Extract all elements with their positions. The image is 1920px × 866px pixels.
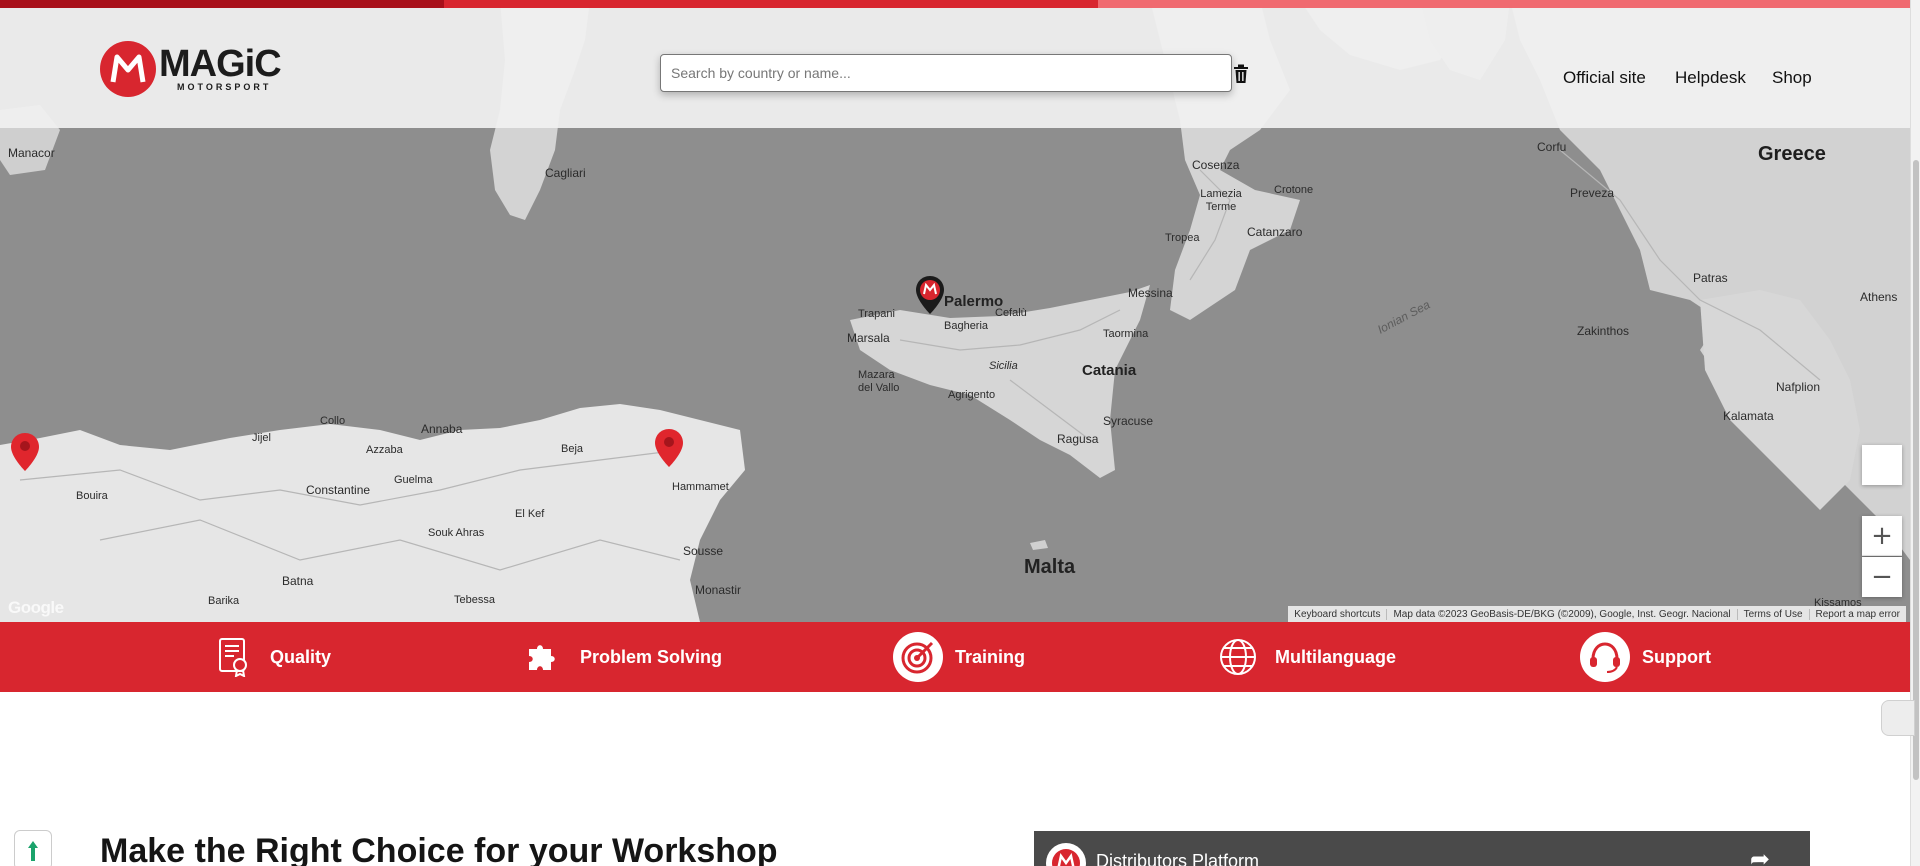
map-label-athens: Athens <box>1860 290 1898 304</box>
headset-icon <box>1580 632 1630 682</box>
map-label-catania: Catania <box>1082 362 1137 379</box>
feature-training: Training <box>893 622 1025 692</box>
map-label-manacor: Manacor <box>8 146 55 160</box>
map-label-lamezia: Lamezia Terme <box>1200 188 1242 213</box>
map-label-barika: Barika <box>208 595 240 607</box>
map-label-batna: Batna <box>282 574 314 588</box>
top-stripe <box>0 0 1920 8</box>
zoom-out-button[interactable]: − <box>1862 557 1902 597</box>
map-label-kalamata: Kalamata <box>1723 409 1774 423</box>
target-icon <box>893 632 943 682</box>
feature-quality: Quality <box>208 622 331 692</box>
nav-helpdesk[interactable]: Helpdesk <box>1675 68 1746 88</box>
keyboard-shortcuts-link[interactable]: Keyboard shortcuts <box>1288 608 1388 620</box>
report-map-error-link[interactable]: Report a map error <box>1810 609 1906 620</box>
map-label-marsala: Marsala <box>847 331 890 345</box>
feature-band: Quality Problem Solving Training Multila… <box>0 622 1920 692</box>
map-label-mazara: Mazara del Vallo <box>858 369 900 394</box>
map-attribution: Keyboard shortcuts Map data ©2023 GeoBas… <box>1288 606 1906 622</box>
map-label-collo: Collo <box>320 415 346 427</box>
map-label-taormina: Taormina <box>1103 328 1149 340</box>
map-label-constantine: Constantine <box>306 483 371 497</box>
channel-logo-icon <box>1046 843 1086 866</box>
map-label-bouira: Bouira <box>76 490 108 502</box>
feature-multilanguage: Multilanguage <box>1213 622 1396 692</box>
feature-label: Support <box>1642 646 1711 667</box>
video-title[interactable]: Distributors Platform <box>1096 851 1259 866</box>
map-label-corfu: Corfu <box>1537 140 1567 154</box>
map-label-preveza: Preveza <box>1570 186 1615 200</box>
map-fullscreen-button[interactable] <box>1862 445 1902 485</box>
search-input[interactable] <box>660 54 1232 92</box>
map-label-nafplion: Nafplion <box>1776 380 1821 394</box>
map-label-jijel: Jijel <box>252 432 271 444</box>
map-label-tropea: Tropea <box>1165 232 1200 244</box>
terms-of-use-link[interactable]: Terms of Use <box>1738 608 1810 620</box>
map-label-cefalu: Cefalù <box>995 307 1027 319</box>
map-label-hammamet: Hammamet <box>672 481 729 493</box>
scroll-to-top-button[interactable] <box>14 830 52 866</box>
map-label-catanzaro: Catanzaro <box>1247 225 1303 239</box>
map-label-greece: Greece <box>1758 143 1826 165</box>
map-label-azzaba: Azzaba <box>366 444 403 456</box>
map-label-sousse: Sousse <box>683 544 724 558</box>
map-label-monastir: Monastir <box>695 583 742 597</box>
page-scrollbar[interactable] <box>1910 0 1920 866</box>
page-title: Make the Right Choice for your Workshop <box>100 832 778 866</box>
map-label-guelma: Guelma <box>394 474 433 486</box>
trash-icon[interactable] <box>1233 64 1249 84</box>
logo-wordmark: MAGiC <box>159 43 282 85</box>
map-label-trapani: Trapani <box>858 308 895 320</box>
feature-support: Support <box>1580 622 1711 692</box>
nav-official-site[interactable]: Official site <box>1563 68 1646 88</box>
arrow-up-icon <box>28 841 38 861</box>
share-icon[interactable]: ➦ <box>1750 845 1770 866</box>
puzzle-icon <box>518 632 568 682</box>
map-label-el-kef: El Kef <box>515 508 545 520</box>
feature-label: Multilanguage <box>1275 646 1396 667</box>
magic-motorsport-logo[interactable]: MAGiC MOTORSPORT <box>100 41 282 97</box>
feature-label: Problem Solving <box>580 646 723 667</box>
map-label-cosenza: Cosenza <box>1192 158 1240 172</box>
distributor-pin-algiers[interactable] <box>10 432 40 472</box>
site-header: MAGiC MOTORSPORT Official site Helpdesk … <box>0 8 1910 128</box>
logo-emblem-icon <box>100 41 156 97</box>
map-label-bagheria: Bagheria <box>944 320 989 332</box>
map-label-agrigento: Agrigento <box>948 389 996 401</box>
map-label-messina: Messina <box>1128 286 1173 300</box>
video-embed[interactable]: Distributors Platform ➦ <box>1034 831 1810 866</box>
map-label-malta: Malta <box>1024 556 1076 578</box>
map-label-syracuse: Syracuse <box>1103 414 1154 428</box>
nav-shop[interactable]: Shop <box>1772 68 1812 88</box>
map-label-zakinthos: Zakinthos <box>1577 324 1630 338</box>
feature-label: Quality <box>270 646 332 667</box>
zoom-in-button[interactable]: + <box>1862 516 1902 556</box>
map-label-sicilia: Sicilia <box>989 360 1018 372</box>
logo-subtitle: MOTORSPORT <box>177 82 272 92</box>
map-label-patras: Patras <box>1693 271 1728 285</box>
map-label-tebessa: Tebessa <box>454 594 495 606</box>
distributor-pin-tunis[interactable] <box>654 428 684 468</box>
map-label-crotone: Crotone <box>1274 184 1314 196</box>
distributor-pin-palermo[interactable] <box>915 275 945 315</box>
map-label-ragusa: Ragusa <box>1057 432 1099 446</box>
certificate-icon <box>208 632 258 682</box>
map-label-annaba: Annaba <box>421 422 463 436</box>
page: Greece Malta Catania Palermo Cagliari Co… <box>0 0 1920 866</box>
feature-label: Training <box>955 646 1026 667</box>
map-label-cagliari: Cagliari <box>545 166 586 180</box>
globe-icon <box>1213 632 1263 682</box>
chat-widget-button[interactable] <box>1881 700 1915 736</box>
map-data-credit: Map data ©2023 GeoBasis-DE/BKG (©2009), … <box>1387 608 1738 620</box>
map-label-beja: Beja <box>561 443 584 455</box>
feature-problem-solving: Problem Solving <box>518 622 722 692</box>
google-logo: Google <box>8 598 64 617</box>
map-label-souk-ahras: Souk Ahras <box>428 527 485 539</box>
